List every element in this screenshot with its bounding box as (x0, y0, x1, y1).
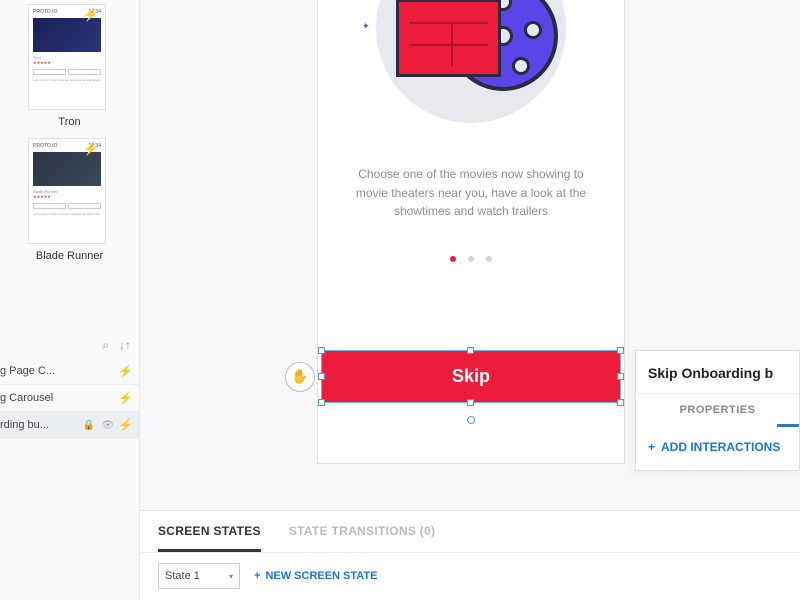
skip-button[interactable]: Skip ✋ (321, 350, 621, 403)
rotate-handle-icon[interactable] (467, 416, 475, 424)
add-interactions-button[interactable]: + ADD INTERACTIONS (636, 426, 799, 470)
chevron-down-icon: ▾ (229, 572, 233, 581)
eye-icon[interactable]: 👁 (101, 420, 114, 431)
tab-state-transitions[interactable]: STATE TRANSITIONS (0) (289, 511, 436, 552)
new-screen-state-button[interactable]: + NEW SCREEN STATE (254, 570, 377, 582)
search-icon[interactable]: ⌕ (102, 338, 109, 353)
screen-thumb[interactable]: ⚡ PROTO.IO12:34 Tron★★★★★ Lorem ipsum do… (28, 4, 106, 110)
dot-icon (468, 256, 474, 262)
lightning-icon: ⚡ (83, 141, 99, 157)
hand-icon[interactable]: ✋ (285, 362, 315, 392)
layer-list: g Page C... ⚡ g Carousel ⚡ rding bu... 🔒… (0, 358, 139, 439)
sort-icon[interactable]: ↓↑ (119, 338, 131, 353)
dot-icon (486, 256, 492, 262)
screen-thumb[interactable]: ⚡ PROTO.IO12:34 Blade Runner★★★★★ Lorem … (28, 138, 106, 244)
page-indicator (318, 249, 624, 267)
panel-title: Skip Onboarding b (636, 351, 799, 393)
left-sidebar: ⚡ PROTO.IO12:34 Tron★★★★★ Lorem ipsum do… (0, 0, 140, 600)
tab-properties[interactable]: PROPERTIES (636, 393, 799, 426)
plus-icon: + (254, 570, 260, 582)
tab-screen-states[interactable]: SCREEN STATES (158, 511, 261, 552)
lightning-icon: ⚡ (83, 7, 99, 23)
lock-icon[interactable]: 🔒 (83, 420, 95, 431)
layer-item[interactable]: g Page C... ⚡ (0, 358, 139, 385)
dot-icon (450, 256, 456, 262)
properties-panel: Skip Onboarding b PROPERTIES + ADD INTER… (635, 350, 800, 471)
thumb-label: Blade Runner (0, 250, 139, 262)
onboarding-illustration: ✦ ✦ ✦ ✦ ✦ (356, 0, 586, 143)
bottom-panel: SCREEN STATES STATE TRANSITIONS (0) Stat… (140, 510, 800, 600)
artboard: ✦ ✦ ✦ ✦ ✦ Choose one of the movies now s… (317, 0, 625, 464)
layer-item[interactable]: rding bu... 🔒 👁 ⚡ (0, 412, 139, 439)
plus-icon: + (648, 440, 655, 454)
lightning-icon: ⚡ (118, 418, 133, 432)
thumb-label: Tron (0, 116, 139, 128)
lightning-icon: ⚡ (118, 364, 133, 378)
clapper-icon (396, 0, 501, 77)
lightning-icon: ⚡ (118, 391, 133, 405)
state-select[interactable]: State 1 ▾ (158, 563, 240, 589)
layer-item[interactable]: g Carousel ⚡ (0, 385, 139, 412)
onboarding-text: Choose one of the movies now showing to … (348, 165, 594, 221)
